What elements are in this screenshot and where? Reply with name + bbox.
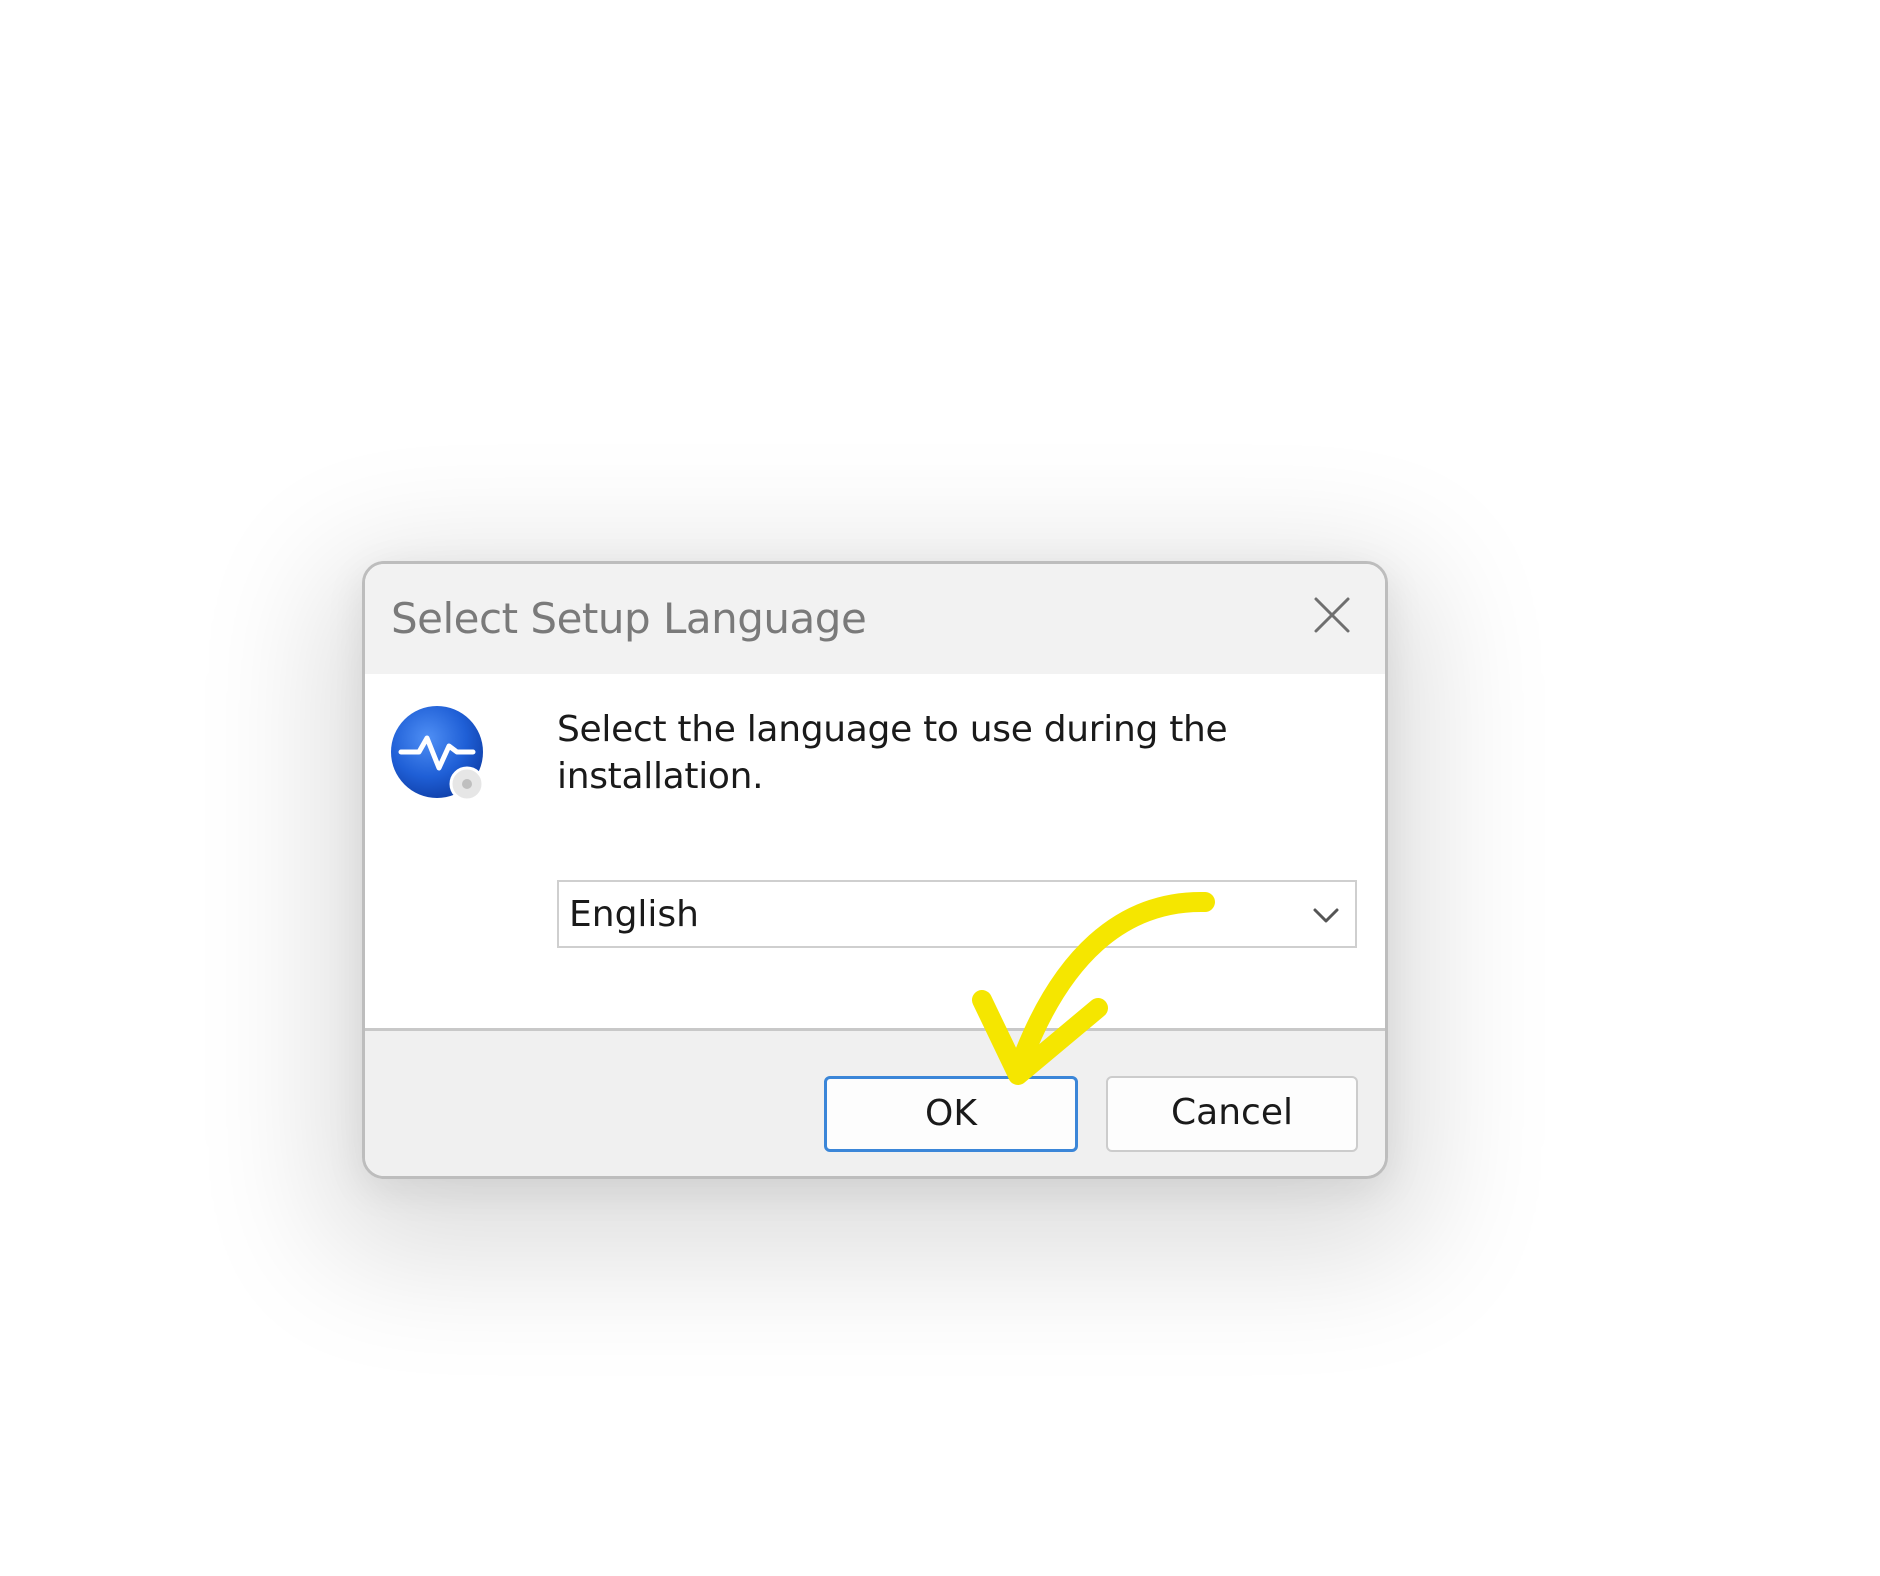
dialog-body: Select the language to use during the in… — [365, 674, 1385, 1028]
button-bar: OK Cancel — [365, 1028, 1385, 1176]
select-setup-language-dialog: Select Setup Language Select the languag… — [362, 561, 1388, 1179]
close-button[interactable] — [1307, 590, 1357, 640]
setup-app-icon — [389, 704, 489, 804]
ok-button[interactable]: OK — [824, 1076, 1078, 1152]
title-bar: Select Setup Language — [365, 564, 1385, 674]
language-select[interactable]: English — [557, 880, 1357, 948]
chevron-down-icon — [1313, 908, 1339, 923]
close-icon — [1314, 597, 1350, 633]
cancel-button[interactable]: Cancel — [1106, 1076, 1358, 1152]
selected-language: English — [569, 894, 699, 935]
screen: Select Setup Language Select the languag… — [0, 0, 1880, 1576]
dialog-title: Select Setup Language — [391, 594, 867, 643]
language-prompt: Select the language to use during the in… — [557, 709, 1228, 797]
